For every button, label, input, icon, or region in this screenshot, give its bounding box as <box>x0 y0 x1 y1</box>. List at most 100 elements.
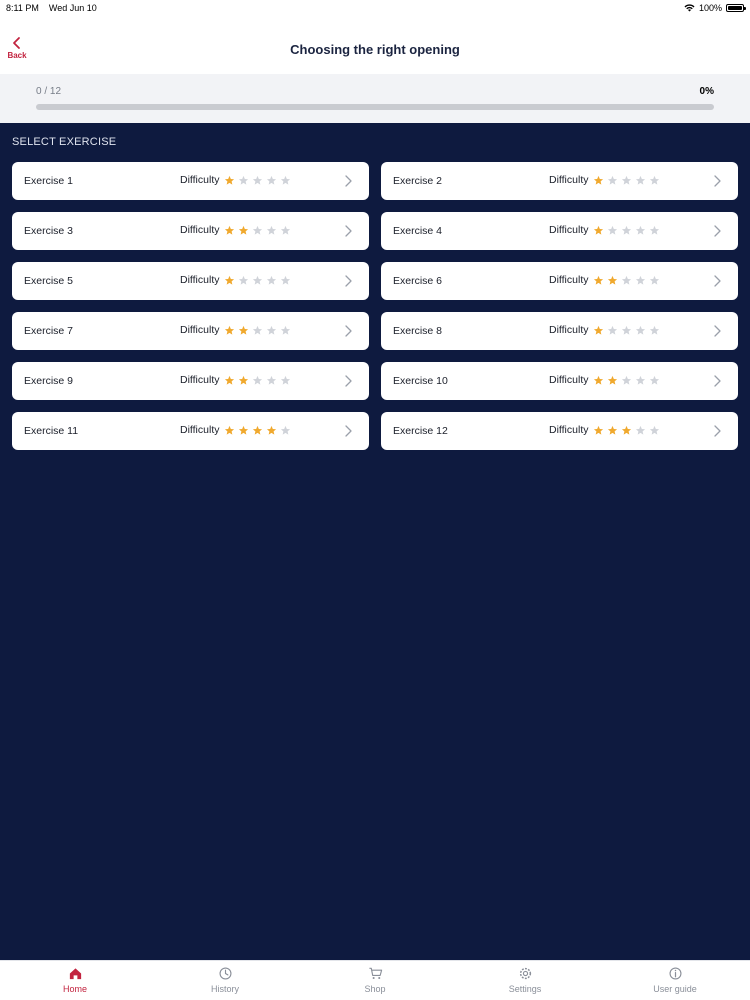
difficulty-stars <box>224 425 291 436</box>
section-label: SELECT EXERCISE <box>12 136 117 148</box>
star-empty-icon <box>636 375 646 385</box>
difficulty-stars <box>593 275 660 286</box>
star-empty-icon <box>650 325 660 335</box>
chevron-right-icon <box>714 325 721 337</box>
difficulty-stars <box>593 175 660 186</box>
exercise-card[interactable]: Exercise 2 Difficulty <box>381 162 738 200</box>
exercise-name: Exercise 5 <box>24 275 74 287</box>
star-empty-icon <box>267 275 277 285</box>
star-filled-icon <box>239 225 249 235</box>
star-empty-icon <box>608 225 618 235</box>
star-empty-icon <box>267 325 277 335</box>
exercise-card[interactable]: Exercise 12 Difficulty <box>381 412 738 450</box>
exercise-name: Exercise 2 <box>393 175 443 187</box>
exercise-card[interactable]: Exercise 6 Difficulty <box>381 262 738 300</box>
exercise-card[interactable]: Exercise 7 Difficulty <box>12 312 369 350</box>
star-filled-icon <box>239 325 249 335</box>
exercise-name: Exercise 9 <box>24 375 74 387</box>
star-filled-icon <box>225 375 235 385</box>
exercise-card[interactable]: Exercise 8 Difficulty <box>381 312 738 350</box>
tab-history[interactable]: History <box>150 961 300 1000</box>
status-time: 8:11 PM <box>6 3 39 13</box>
tab-user-guide[interactable]: User guide <box>600 961 750 1000</box>
star-empty-icon <box>636 225 646 235</box>
progress-panel: 0 / 12 0% <box>0 74 750 123</box>
exercise-name: Exercise 10 <box>393 375 448 387</box>
exercise-name: Exercise 12 <box>393 425 448 437</box>
star-filled-icon <box>594 225 604 235</box>
exercise-name: Exercise 6 <box>393 275 443 287</box>
star-empty-icon <box>608 325 618 335</box>
chevron-right-icon <box>345 225 352 237</box>
star-empty-icon <box>281 275 291 285</box>
difficulty-label: Difficulty <box>549 324 589 336</box>
star-empty-icon <box>281 425 291 435</box>
difficulty-label: Difficulty <box>180 174 220 186</box>
difficulty-rating: Difficulty <box>180 274 291 286</box>
star-empty-icon <box>281 375 291 385</box>
exercise-card[interactable]: Exercise 5 Difficulty <box>12 262 369 300</box>
difficulty-stars <box>224 225 291 236</box>
star-empty-icon <box>650 175 660 185</box>
exercise-name: Exercise 4 <box>393 225 443 237</box>
difficulty-rating: Difficulty <box>549 424 660 436</box>
difficulty-label: Difficulty <box>549 424 589 436</box>
exercise-name: Exercise 8 <box>393 325 443 337</box>
chevron-right-icon <box>345 325 352 337</box>
tab-shop[interactable]: Shop <box>300 961 450 1000</box>
history-icon <box>218 967 232 980</box>
tab-label: Home <box>62 984 87 994</box>
difficulty-label: Difficulty <box>549 174 589 186</box>
exercise-card[interactable]: Exercise 1 Difficulty <box>12 162 369 200</box>
star-filled-icon <box>594 325 604 335</box>
difficulty-rating: Difficulty <box>180 174 291 186</box>
star-filled-icon <box>608 375 618 385</box>
progress-count: 0 / 12 <box>36 86 62 97</box>
exercise-name: Exercise 3 <box>24 225 74 237</box>
exercise-card[interactable]: Exercise 3 Difficulty <box>12 212 369 250</box>
exercise-card[interactable]: Exercise 11 Difficulty <box>12 412 369 450</box>
nav-bar: Back Choosing the right opening <box>0 16 750 74</box>
star-empty-icon <box>636 425 646 435</box>
star-empty-icon <box>239 275 249 285</box>
difficulty-rating: Difficulty <box>180 324 291 336</box>
star-empty-icon <box>650 225 660 235</box>
tab-label: Settings <box>508 984 542 994</box>
star-empty-icon <box>622 375 632 385</box>
cart-icon <box>368 967 382 980</box>
star-empty-icon <box>253 175 263 185</box>
exercise-card[interactable]: Exercise 9 Difficulty <box>12 362 369 400</box>
star-filled-icon <box>594 275 604 285</box>
difficulty-label: Difficulty <box>180 324 220 336</box>
chevron-right-icon <box>345 175 352 187</box>
exercise-grid: Exercise 1 Difficulty Exercise 2 Difficulty… <box>12 162 738 450</box>
star-filled-icon <box>225 275 235 285</box>
chevron-right-icon <box>345 375 352 387</box>
tab-home[interactable]: Home <box>0 961 150 1000</box>
tab-settings[interactable]: Settings <box>450 961 600 1000</box>
exercise-name: Exercise 7 <box>24 325 74 337</box>
difficulty-stars <box>593 425 660 436</box>
star-filled-icon <box>225 225 235 235</box>
tab-bar: Home History Shop Settings User guide <box>0 960 750 1000</box>
chevron-right-icon <box>714 425 721 437</box>
tab-label: Shop <box>364 984 386 994</box>
difficulty-stars <box>224 325 291 336</box>
star-empty-icon <box>267 175 277 185</box>
star-empty-icon <box>636 325 646 335</box>
star-empty-icon <box>650 375 660 385</box>
difficulty-label: Difficulty <box>180 274 220 286</box>
page-title: Choosing the right opening <box>290 42 460 57</box>
chevron-right-icon <box>345 425 352 437</box>
progress-bar <box>36 104 714 110</box>
star-empty-icon <box>622 225 632 235</box>
exercise-card[interactable]: Exercise 4 Difficulty <box>381 212 738 250</box>
exercise-name: Exercise 1 <box>24 175 74 187</box>
difficulty-stars <box>224 375 291 386</box>
difficulty-stars <box>224 275 291 286</box>
star-empty-icon <box>253 375 263 385</box>
star-empty-icon <box>636 175 646 185</box>
exercise-card[interactable]: Exercise 10 Difficulty <box>381 362 738 400</box>
star-filled-icon <box>594 425 604 435</box>
home-icon <box>69 968 81 980</box>
